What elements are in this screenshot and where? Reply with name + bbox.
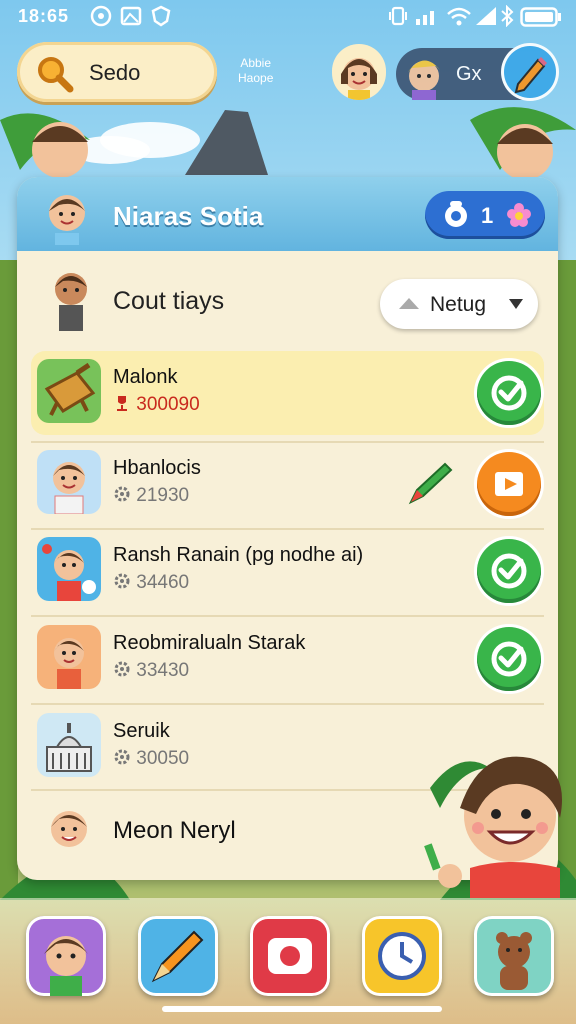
item-thumbnail [37, 359, 101, 423]
crayon-icon [405, 456, 457, 513]
item-name: Malonk [113, 366, 178, 388]
search-label: Sedo [89, 60, 141, 85]
signal-bars-icon [474, 5, 498, 32]
sort-dropdown[interactable]: Netug [380, 279, 538, 329]
section-avatar [45, 265, 97, 340]
dock-app-camera[interactable] [250, 916, 330, 996]
dock-app-clock[interactable] [362, 916, 442, 996]
item-thumbnail [37, 450, 101, 514]
item-name: Hbanlocis [113, 457, 201, 479]
check-icon [491, 553, 527, 589]
gear-icon [113, 485, 136, 506]
panel-title: Niaras Sotia [113, 201, 264, 231]
item-thumbnail [37, 799, 101, 863]
item-score-value: 30050 [136, 748, 190, 769]
item-name: Ransh Ranain (pg nodhe ai) [113, 544, 364, 566]
dock-app-pet[interactable] [474, 916, 554, 996]
item-thumbnail [37, 537, 101, 601]
item-score: 21930 [113, 485, 189, 507]
magnifier-icon [35, 54, 75, 99]
play-button[interactable] [477, 452, 541, 516]
check-icon [491, 641, 527, 677]
section-title: Cout tiays [113, 287, 225, 315]
gear-icon [113, 660, 136, 681]
bluetooth-icon [500, 4, 514, 32]
header-caption-line1: Abbie [240, 56, 272, 70]
mascot-character [420, 728, 576, 898]
person-icon [441, 201, 471, 234]
list-item[interactable]: Malonk 300090 [31, 351, 544, 435]
item-score: 33430 [113, 660, 189, 682]
pencil-icon [504, 46, 556, 98]
status-bar: 18:65 [0, 0, 576, 34]
item-name: Reobmiralualn Starak [113, 632, 306, 654]
flower-icon [505, 201, 533, 234]
list-item[interactable]: Hbanlocis 21930 [31, 442, 544, 526]
wifi-icon [446, 5, 472, 32]
notification-icon [90, 5, 112, 32]
header-caption: Abbie Haope [238, 56, 273, 86]
item-name: Meon Neryl [113, 817, 236, 844]
item-score: 30050 [113, 748, 189, 770]
item-score-value: 34460 [136, 572, 190, 593]
item-score: 34460 [113, 572, 189, 594]
item-score: 300090 [113, 394, 200, 416]
play-icon [495, 472, 523, 496]
status-time: 18:65 [18, 6, 70, 26]
chevron-down-icon [508, 297, 524, 316]
trophy-icon [113, 394, 136, 415]
panel-header: Niaras Sotia 1 [17, 177, 558, 251]
item-score-value: 300090 [136, 394, 200, 415]
check-button[interactable] [477, 361, 541, 425]
search-button[interactable]: Sedo [17, 42, 217, 102]
battery-icon [520, 7, 562, 32]
bear-icon [496, 932, 532, 990]
check-icon [491, 375, 527, 411]
cell-signal-icon [414, 5, 440, 32]
item-thumbnail [37, 625, 101, 689]
check-button[interactable] [477, 627, 541, 691]
dock-app-pencil[interactable] [138, 916, 218, 996]
shield-icon [150, 5, 172, 32]
sort-up-icon [396, 295, 422, 318]
gear-icon [113, 572, 136, 593]
item-name: Seruik [113, 720, 170, 742]
notification-badge-button[interactable]: 1 [425, 191, 545, 239]
pencil-icon [151, 930, 204, 983]
badge-count: 1 [481, 203, 494, 228]
dock-app-avatar[interactable] [26, 916, 106, 996]
sort-label: Netug [430, 293, 487, 316]
clock-icon [378, 932, 426, 980]
header-caption-line2: Haope [238, 71, 274, 85]
profile-label: Gx [456, 63, 482, 85]
item-score-value: 33430 [136, 660, 190, 681]
gallery-icon [120, 5, 142, 32]
gear-icon [113, 748, 136, 769]
profile-pill[interactable]: Gx [396, 46, 556, 100]
item-thumbnail [37, 713, 101, 777]
vibrate-icon [388, 5, 408, 32]
camera-icon [268, 938, 312, 974]
home-indicator[interactable] [162, 1006, 442, 1012]
list-item[interactable]: Ransh Ranain (pg nodhe ai) 34460 [31, 529, 544, 613]
panel-avatar [39, 183, 95, 250]
player-avatar [400, 48, 448, 100]
list-item[interactable]: Reobmiralualn Starak 33430 [31, 617, 544, 701]
friend-avatar[interactable] [332, 44, 386, 100]
item-score-value: 21930 [136, 485, 190, 506]
check-button[interactable] [477, 539, 541, 603]
